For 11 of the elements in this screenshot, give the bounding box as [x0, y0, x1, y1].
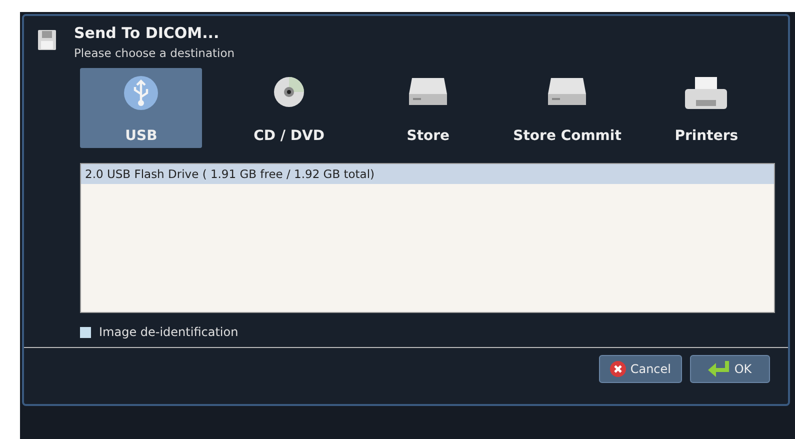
checkbox-label: Image de-identification: [99, 325, 238, 339]
destination-tab[interactable]: Store Commit: [498, 68, 637, 148]
destination-tab[interactable]: USB: [80, 68, 202, 148]
dialog-subtitle: Please choose a destination: [74, 46, 235, 60]
dialog-title: Send To DICOM...: [74, 24, 220, 42]
destination-tab[interactable]: Printers: [636, 68, 776, 148]
destination-tab[interactable]: Store: [358, 68, 498, 148]
ok-button[interactable]: OK: [690, 355, 770, 383]
destination-tab[interactable]: CD / DVD: [219, 68, 359, 148]
device-item[interactable]: 2.0 USB Flash Drive ( 1.91 GB free / 1.92 GB total): [81, 164, 774, 184]
cancel-button[interactable]: Cancel: [599, 355, 682, 383]
